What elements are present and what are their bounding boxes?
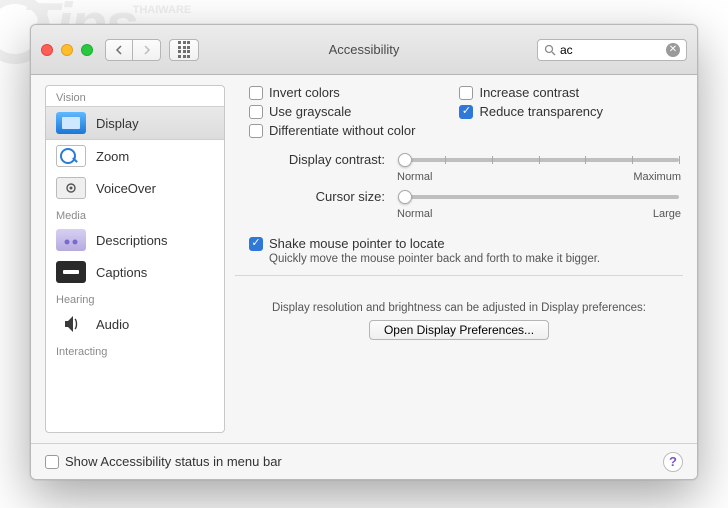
grayscale-checkbox[interactable]: Use grayscale <box>249 104 415 119</box>
window-controls <box>41 44 93 56</box>
forward-button[interactable] <box>133 39 161 61</box>
search-field[interactable]: ✕ <box>537 39 687 61</box>
sidebar-item-audio[interactable]: Audio <box>46 308 224 340</box>
zoom-button[interactable] <box>81 44 93 56</box>
differentiate-color-input[interactable] <box>249 124 263 138</box>
zoom-icon <box>56 145 86 167</box>
help-button[interactable]: ? <box>663 452 683 472</box>
sidebar-item-label: Display <box>96 116 139 131</box>
section-hearing: Hearing <box>46 288 224 308</box>
sidebar-item-label: Zoom <box>96 149 129 164</box>
section-interacting: Interacting <box>46 340 224 360</box>
reduce-transparency-checkbox[interactable]: Reduce transparency <box>459 104 603 119</box>
contrast-thumb[interactable] <box>398 153 412 167</box>
back-button[interactable] <box>105 39 133 61</box>
increase-contrast-checkbox[interactable]: Increase contrast <box>459 85 603 100</box>
prefs-window: Accessibility ✕ Vision Display Zoom Voic… <box>30 24 698 480</box>
separator <box>235 275 683 276</box>
sidebar-item-label: Audio <box>96 317 129 332</box>
invert-colors-checkbox[interactable]: Invert colors <box>249 85 415 100</box>
sidebar-item-descriptions[interactable]: Descriptions <box>46 224 224 256</box>
nav-back-forward <box>105 39 161 61</box>
bottom-bar: Show Accessibility status in menu bar ? <box>31 443 697 479</box>
grayscale-input[interactable] <box>249 105 263 119</box>
invert-colors-input[interactable] <box>249 86 263 100</box>
chevron-left-icon <box>115 45 123 55</box>
shake-locate-checkbox[interactable]: Shake mouse pointer to locate <box>249 236 683 251</box>
clear-search-button[interactable]: ✕ <box>666 43 680 57</box>
open-display-prefs-button[interactable]: Open Display Preferences... <box>369 320 549 340</box>
category-sidebar[interactable]: Vision Display Zoom VoiceOver Media <box>45 85 225 433</box>
display-prefs-note: Display resolution and brightness can be… <box>235 302 683 314</box>
differentiate-color-checkbox[interactable]: Differentiate without color <box>249 123 415 138</box>
display-settings-pane: Invert colors Use grayscale Differentiat… <box>235 85 683 433</box>
cursor-thumb[interactable] <box>398 190 412 204</box>
chevron-right-icon <box>143 45 151 55</box>
display-icon <box>56 112 86 134</box>
shake-hint: Quickly move the mouse pointer back and … <box>269 253 683 265</box>
sidebar-item-zoom[interactable]: Zoom <box>46 140 224 172</box>
shake-locate-input[interactable] <box>249 237 263 251</box>
cursor-track[interactable] <box>399 195 679 199</box>
voiceover-icon <box>56 177 86 199</box>
cursor-size-slider[interactable]: Cursor size: <box>275 189 683 204</box>
sidebar-item-label: Captions <box>96 265 147 280</box>
sidebar-item-captions[interactable]: Captions <box>46 256 224 288</box>
grid-icon <box>178 41 190 58</box>
sidebar-item-label: Descriptions <box>96 233 168 248</box>
sidebar-item-voiceover[interactable]: VoiceOver <box>46 172 224 204</box>
contrast-track[interactable] <box>399 158 679 162</box>
section-media: Media <box>46 204 224 224</box>
show-all-button[interactable] <box>169 39 199 61</box>
search-input[interactable] <box>560 43 662 57</box>
audio-icon <box>56 313 86 335</box>
increase-contrast-input[interactable] <box>459 86 473 100</box>
descriptions-icon <box>56 229 86 251</box>
close-button[interactable] <box>41 44 53 56</box>
show-status-menubar-checkbox[interactable]: Show Accessibility status in menu bar <box>45 454 282 469</box>
reduce-transparency-input[interactable] <box>459 105 473 119</box>
show-status-menubar-input[interactable] <box>45 455 59 469</box>
display-contrast-slider[interactable]: Display contrast: <box>275 152 683 167</box>
captions-icon <box>56 261 86 283</box>
minimize-button[interactable] <box>61 44 73 56</box>
search-icon <box>544 44 556 56</box>
sidebar-item-display[interactable]: Display <box>46 106 224 140</box>
sidebar-item-label: VoiceOver <box>96 181 156 196</box>
toolbar: Accessibility ✕ <box>31 25 697 75</box>
section-vision: Vision <box>46 86 224 106</box>
